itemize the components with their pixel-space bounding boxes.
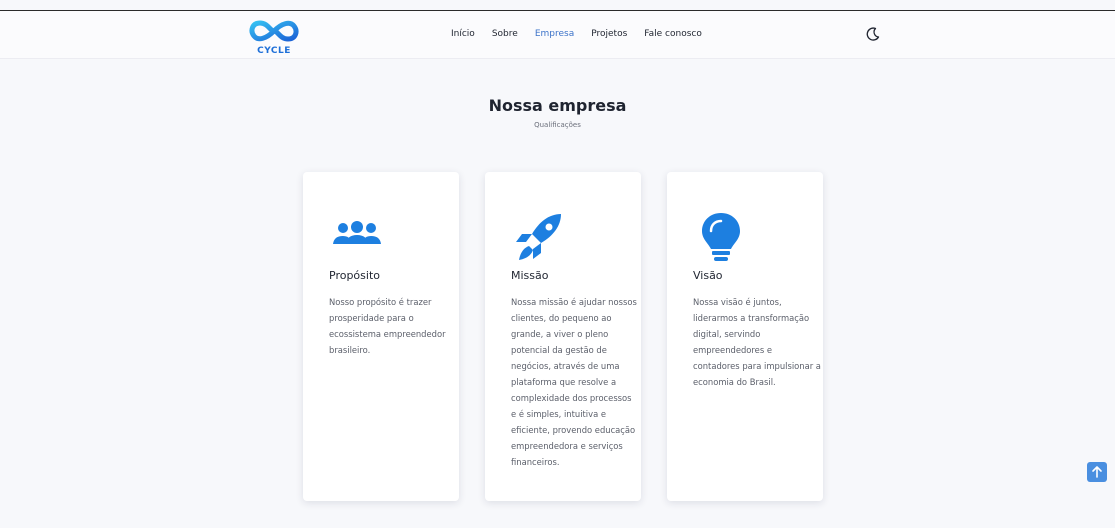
card-text: Nosso propósito é trazer prosperidade pa…: [329, 297, 446, 355]
arrow-up-icon: [1092, 466, 1102, 478]
nav-item-projetos[interactable]: Projetos: [591, 29, 627, 39]
nav-item-inicio[interactable]: Início: [451, 29, 475, 39]
logo-text: CYCLE: [257, 46, 291, 56]
back-to-top-button[interactable]: [1087, 462, 1107, 482]
card-title: Visão: [693, 269, 723, 282]
nav-item-empresa[interactable]: Empresa: [535, 29, 574, 39]
main-nav: Início Sobre Empresa Projetos Fale conos…: [451, 29, 719, 39]
card-missao: Missão Nossa missão é ajudar nossos clie…: [485, 172, 641, 501]
rocket-icon: [516, 214, 561, 260]
card-text: Nossa missão é ajudar nossos clientes, d…: [511, 297, 637, 467]
lightbulb-icon: [702, 213, 740, 261]
card-visao: Visão Nossa visão é juntos, liderarmos a…: [667, 172, 823, 501]
nav-item-fale-conosco[interactable]: Fale conosco: [644, 29, 702, 39]
nav-item-sobre[interactable]: Sobre: [492, 29, 518, 39]
card-text: Nossa visão é juntos, liderarmos a trans…: [693, 297, 821, 387]
section-subtitle: Qualificações: [534, 121, 581, 129]
card-proposito: Propósito Nosso propósito é trazer prosp…: [303, 172, 459, 501]
section-title: Nossa empresa: [488, 96, 627, 115]
users-icon: [333, 221, 381, 244]
card-title: Propósito: [329, 269, 380, 282]
card-title: Missão: [511, 269, 549, 282]
site-header: CYCLE Início Sobre Empresa Projetos Fale…: [0, 11, 1115, 59]
moon-icon[interactable]: [865, 26, 881, 42]
